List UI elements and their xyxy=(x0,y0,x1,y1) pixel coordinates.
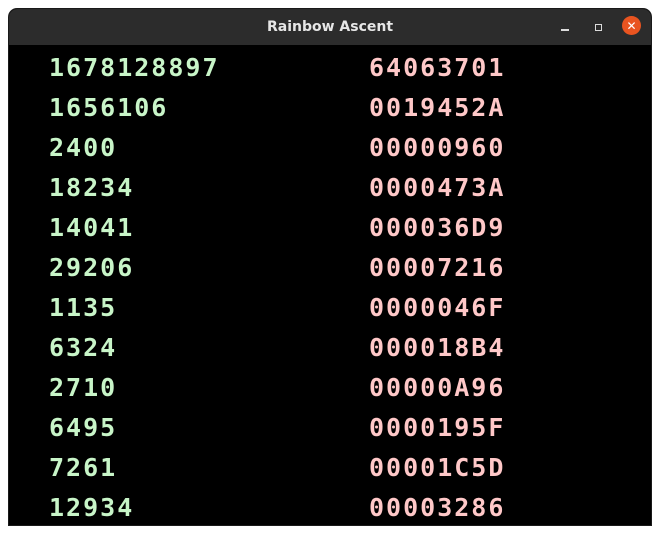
value-row: 2400 00000960 xyxy=(9,128,651,168)
hex-value: 00003286 xyxy=(369,493,506,522)
hex-value: 00000960 xyxy=(369,133,506,162)
maximize-button[interactable] xyxy=(588,17,608,37)
value-row: 1135 0000046F xyxy=(9,288,651,328)
decimal-value: 1656106 xyxy=(49,93,169,122)
hex-value: 000018B4 xyxy=(369,333,506,362)
decimal-value: 1678128897 xyxy=(49,53,220,82)
decimal-value: 7261 xyxy=(49,453,118,482)
decimal-value: 29206 xyxy=(49,253,135,282)
hex-value: 64063701 xyxy=(369,53,506,82)
value-row: 6324 000018B4 xyxy=(9,328,651,368)
minimize-icon xyxy=(561,29,569,31)
close-icon: ✕ xyxy=(626,18,637,33)
hex-value: 0019452A xyxy=(369,93,506,122)
hex-value: 0000195F xyxy=(369,413,506,442)
decimal-value: 2400 xyxy=(49,133,118,162)
close-button[interactable]: ✕ xyxy=(622,16,641,35)
hex-value: 00000A96 xyxy=(369,373,506,402)
hex-value: 00001C5D xyxy=(369,453,506,482)
value-row: 29206 00007216 xyxy=(9,248,651,288)
value-row: 2710 00000A96 xyxy=(9,368,651,408)
value-row: 14041 000036D9 xyxy=(9,208,651,248)
maximize-icon xyxy=(594,23,602,31)
value-row: 6495 0000195F xyxy=(9,408,651,448)
decimal-value: 14041 xyxy=(49,213,135,242)
decimal-value: 2710 xyxy=(49,373,118,402)
decimal-value: 1135 xyxy=(49,293,118,322)
decimal-value: 6495 xyxy=(49,413,118,442)
game-canvas[interactable]: 1678128897 64063701 1656106 0019452A 240… xyxy=(9,45,651,525)
value-row: 7261 00001C5D xyxy=(9,448,651,488)
value-row: 12934 00003286 xyxy=(9,488,651,525)
hex-value: 00007216 xyxy=(369,253,506,282)
decimal-value: 6324 xyxy=(49,333,118,362)
minimize-button[interactable] xyxy=(555,17,575,37)
title-bar[interactable]: Rainbow Ascent ✕ xyxy=(9,9,651,45)
decimal-value: 18234 xyxy=(49,173,135,202)
value-row: 1656106 0019452A xyxy=(9,88,651,128)
decimal-value: 12934 xyxy=(49,493,135,522)
value-row: 18234 0000473A xyxy=(9,168,651,208)
hex-value: 0000473A xyxy=(369,173,506,202)
value-row: 1678128897 64063701 xyxy=(9,48,651,88)
hex-value: 000036D9 xyxy=(369,213,506,242)
game-window: Rainbow Ascent ✕ 1678128897 64063701 165… xyxy=(9,9,651,525)
hex-value: 0000046F xyxy=(369,293,506,322)
